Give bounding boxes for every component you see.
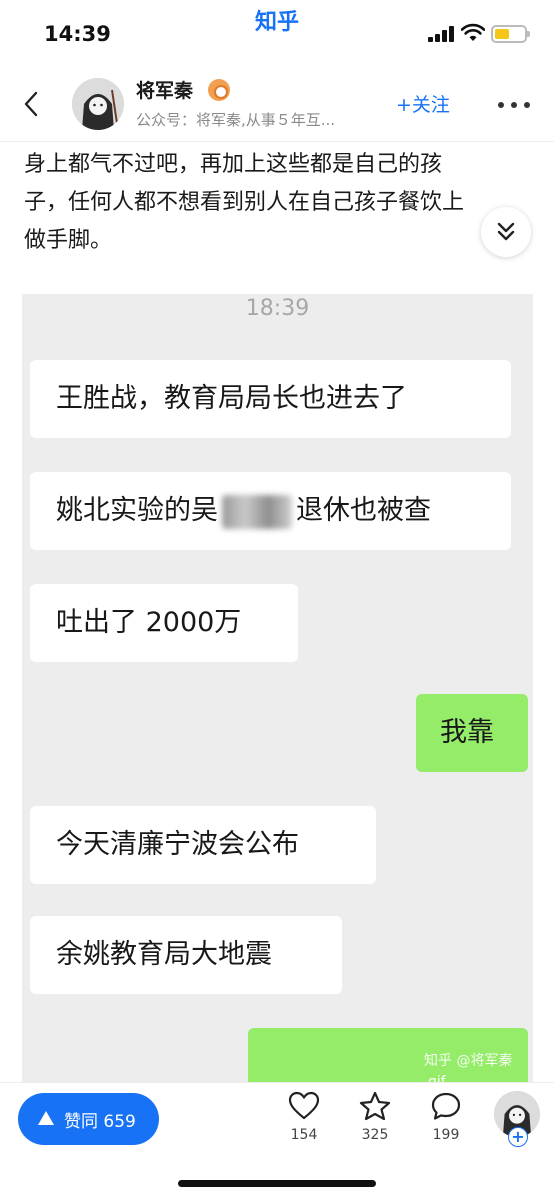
chat-message-bubble: 吐出了 2000万 bbox=[30, 584, 298, 662]
chat-message-text: 今天清廉宁波会公布 bbox=[56, 829, 299, 860]
chat-message-bubble: 姚北实验的吴 退休也被查 bbox=[30, 472, 511, 550]
chat-message-text: 余姚教育局大地震 bbox=[56, 939, 272, 970]
chat-message-bubble: 今天清廉宁波会公布 bbox=[30, 806, 376, 884]
chat-message-bubble-self: 我靠 bbox=[416, 694, 528, 772]
more-dots-icon[interactable] bbox=[498, 102, 530, 108]
upvote-label: 赞同 659 bbox=[64, 1112, 136, 1132]
author-header: 将军秦 公众号：将军秦,从事５年互... +关注 bbox=[0, 66, 554, 142]
favorite-count: 325 bbox=[361, 1127, 389, 1143]
cellular-signal-icon bbox=[428, 26, 456, 42]
double-chevron-down-icon bbox=[497, 222, 515, 241]
image-watermark: 知乎 @将军秦 bbox=[424, 1053, 513, 1069]
upvote-button[interactable]: 赞同 659 bbox=[18, 1093, 159, 1145]
article-line: 身上都气不过吧，再加上这些都是自己的孩 bbox=[24, 152, 443, 177]
star-icon bbox=[359, 1091, 391, 1121]
chat-message-text: 退休也被查 bbox=[296, 495, 431, 526]
chat-message-text: 吐出了 2000万 bbox=[56, 607, 242, 638]
chat-message-text: 王胜战，教育局局长也进去了 bbox=[56, 383, 407, 414]
article-body: 身上都气不过吧，再加上这些都是自己的孩 子，任何人都不想看到别人在自己孩子餐饮上… bbox=[24, 146, 524, 260]
favorite-button[interactable]: 325 bbox=[345, 1091, 405, 1151]
comment-count: 199 bbox=[432, 1127, 460, 1143]
redacted-name-blur bbox=[222, 494, 292, 529]
comment-button[interactable]: 199 bbox=[416, 1091, 476, 1151]
add-plus-icon[interactable]: + bbox=[508, 1127, 528, 1147]
article-line: 子，任何人都不想看到别人在自己孩子餐饮上 bbox=[24, 190, 465, 215]
like-count: 154 bbox=[290, 1127, 318, 1143]
chevron-left-icon[interactable] bbox=[20, 90, 44, 118]
chat-message-bubble: 王胜战，教育局局长也进去了 bbox=[30, 360, 511, 438]
expand-button[interactable] bbox=[481, 207, 531, 257]
follow-button[interactable]: +关注 bbox=[396, 90, 450, 117]
chat-message-text: 我靠 bbox=[440, 717, 494, 748]
battery-icon bbox=[491, 25, 530, 43]
home-indicator[interactable] bbox=[178, 1180, 376, 1187]
like-button[interactable]: 154 bbox=[274, 1091, 334, 1151]
wifi-icon bbox=[461, 23, 485, 41]
chat-message-bubble: 余姚教育局大地震 bbox=[30, 916, 342, 994]
article-line: 做手脚。 bbox=[24, 228, 113, 253]
author-name[interactable]: 将军秦 bbox=[136, 76, 193, 103]
chat-message-text: 姚北实验的吴 bbox=[56, 495, 218, 526]
comment-bubble-icon bbox=[431, 1092, 461, 1120]
upvote-triangle-icon bbox=[38, 1111, 54, 1125]
author-avatar[interactable] bbox=[72, 78, 124, 130]
author-subtitle: 公众号：将军秦,从事５年互... bbox=[136, 111, 336, 129]
status-bar: 14:39 知乎 bbox=[0, 0, 554, 66]
chat-timestamp: 18:39 bbox=[245, 296, 310, 321]
heart-icon bbox=[288, 1091, 320, 1120]
verified-eye-icon bbox=[208, 79, 230, 101]
chat-screenshot-image[interactable]: 18:39 王胜战，教育局局长也进去了 姚北实验的吴 退休也被查 吐出了 2000… bbox=[22, 294, 533, 1084]
